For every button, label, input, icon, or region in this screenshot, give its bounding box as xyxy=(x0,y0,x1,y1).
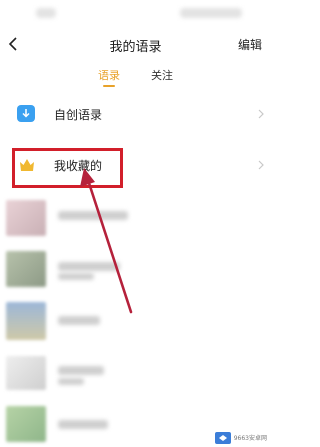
chevron-right-icon xyxy=(258,109,264,119)
list-item-thumbnail xyxy=(6,356,46,390)
menu-item-self-created[interactable] xyxy=(0,96,271,132)
list-item-thumbnail xyxy=(6,200,46,236)
watermark-text: 9663安卓网 xyxy=(233,434,267,442)
list-item-text-blur xyxy=(58,316,100,325)
tab-quotes[interactable]: 语录 xyxy=(98,67,120,83)
list-item-thumbnail xyxy=(6,251,46,287)
list-item-text-blur xyxy=(58,378,84,385)
list-item-thumbnail xyxy=(6,406,46,442)
status-icons-blur xyxy=(180,8,242,18)
edit-button[interactable]: 编辑 xyxy=(238,36,262,53)
status-bar xyxy=(0,0,271,24)
watermark: 9663安卓网 xyxy=(214,432,267,444)
list-item-text-blur xyxy=(58,273,94,280)
tab-following[interactable]: 关注 xyxy=(151,67,173,83)
nav-bar: 我的语录 编辑 xyxy=(0,28,271,60)
status-time-blur xyxy=(36,8,56,18)
download-icon xyxy=(17,105,35,122)
page-title: 我的语录 xyxy=(109,40,162,55)
watermark-logo-icon xyxy=(214,432,231,444)
list-item-text-blur xyxy=(58,211,128,220)
highlight-box xyxy=(12,148,123,188)
menu-item-label: 自创语录 xyxy=(54,108,103,122)
tab-bar: 语录 关注 xyxy=(0,67,271,93)
chevron-right-icon xyxy=(258,160,264,170)
list-item-thumbnail xyxy=(6,302,46,340)
list-item-text-blur xyxy=(58,420,108,429)
tab-active-indicator xyxy=(103,85,115,87)
list-item-text-blur xyxy=(58,262,120,271)
list-item-text-blur xyxy=(58,366,104,375)
